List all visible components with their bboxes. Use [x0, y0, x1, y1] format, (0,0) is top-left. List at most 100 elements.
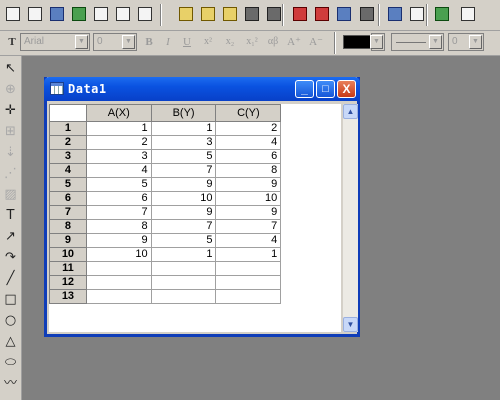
color-swatch[interactable] — [343, 35, 371, 49]
chevron-down-icon[interactable]: ▼ — [469, 35, 482, 49]
cell[interactable] — [215, 275, 282, 290]
draw-data-icon[interactable]: ⋰ — [2, 165, 19, 182]
cell[interactable]: 3 — [85, 149, 152, 164]
open-excel-button[interactable] — [220, 4, 240, 24]
cell[interactable]: 7 — [85, 205, 152, 220]
vertical-scrollbar[interactable]: ▲ ▼ — [343, 104, 358, 332]
cell[interactable] — [85, 275, 152, 290]
open-template-button[interactable] — [198, 4, 218, 24]
chevron-down-icon[interactable]: ▼ — [75, 35, 88, 49]
screen-reader-icon[interactable]: ⊞ — [2, 123, 19, 140]
column-header[interactable]: A(X) — [85, 104, 152, 122]
new-layout-button[interactable] — [91, 4, 111, 24]
refresh-button[interactable] — [385, 4, 405, 24]
cell[interactable]: 9 — [85, 233, 152, 248]
cell[interactable] — [150, 261, 217, 276]
row-header[interactable]: 2 — [49, 135, 87, 150]
new-matrix-button[interactable] — [47, 4, 67, 24]
row-header[interactable]: 7 — [49, 205, 87, 220]
save-template-button[interactable] — [264, 4, 284, 24]
new-worksheet-button[interactable] — [3, 4, 23, 24]
cell[interactable]: 5 — [150, 149, 217, 164]
print-button[interactable] — [357, 4, 377, 24]
cell[interactable]: 3 — [150, 135, 217, 150]
new-graph-button[interactable] — [25, 4, 45, 24]
row-header[interactable]: 5 — [49, 177, 87, 192]
pointer-icon[interactable]: ↖ — [2, 60, 19, 77]
font-name-combo[interactable]: Arial ▼ — [20, 33, 90, 51]
close-button[interactable]: X — [337, 80, 356, 98]
greek-button[interactable]: αβ — [264, 34, 282, 51]
chevron-down-icon[interactable]: ▼ — [122, 35, 135, 49]
underline-button[interactable]: U — [179, 34, 195, 51]
minimize-button[interactable]: _ — [295, 80, 314, 98]
mask-icon[interactable]: ▨ — [2, 186, 19, 203]
cell[interactable] — [215, 289, 282, 304]
cell[interactable]: 1 — [85, 121, 152, 136]
column-header[interactable]: C(Y) — [215, 104, 282, 122]
cell[interactable]: 1 — [215, 247, 282, 262]
region-icon[interactable]: ⬭ — [2, 354, 19, 371]
row-header[interactable]: 11 — [49, 261, 87, 276]
cell[interactable]: 10 — [85, 247, 152, 262]
increase-font-button[interactable]: A⁺ — [285, 34, 303, 51]
cell[interactable] — [85, 289, 152, 304]
scroll-down-button[interactable]: ▼ — [343, 317, 358, 332]
font-size-combo[interactable]: 0 ▼ — [93, 33, 137, 51]
cell[interactable]: 4 — [85, 163, 152, 178]
cell[interactable]: 2 — [215, 121, 282, 136]
cell[interactable]: 10 — [150, 191, 217, 206]
scroll-up-button[interactable]: ▲ — [343, 104, 358, 119]
cell[interactable] — [150, 275, 217, 290]
arrow-icon[interactable]: ↗ — [2, 228, 19, 245]
row-header[interactable]: 4 — [49, 163, 87, 178]
ellipse-icon[interactable]: ○ — [2, 312, 19, 329]
row-header[interactable]: 1 — [49, 121, 87, 136]
cell[interactable]: 1 — [150, 247, 217, 262]
row-header[interactable]: 9 — [49, 233, 87, 248]
cell[interactable]: 1 — [150, 121, 217, 136]
cell[interactable]: 7 — [150, 219, 217, 234]
row-header[interactable]: 8 — [49, 219, 87, 234]
new-notes-button[interactable] — [135, 4, 155, 24]
subscript-button[interactable]: x₂ — [221, 34, 239, 51]
maximize-button[interactable]: □ — [316, 80, 335, 98]
duplicate-button[interactable] — [407, 4, 427, 24]
cell[interactable]: 5 — [85, 177, 152, 192]
select-all-corner[interactable] — [49, 104, 87, 122]
cell[interactable]: 5 — [150, 233, 217, 248]
cell[interactable] — [85, 261, 152, 276]
import-excel-button[interactable] — [334, 4, 354, 24]
cell[interactable]: 9 — [215, 205, 282, 220]
save-button[interactable] — [242, 4, 262, 24]
data-selector-icon[interactable]: ⇣ — [2, 144, 19, 161]
cell[interactable]: 6 — [85, 191, 152, 206]
cell[interactable]: 8 — [215, 163, 282, 178]
window-titlebar[interactable]: Data1 _ □ X — [44, 77, 360, 101]
row-header[interactable]: 13 — [49, 289, 87, 304]
import-ascii-button[interactable] — [290, 4, 310, 24]
cell[interactable]: 8 — [85, 219, 152, 234]
results-log-button[interactable] — [458, 4, 478, 24]
cell[interactable]: 2 — [85, 135, 152, 150]
chevron-down-icon[interactable]: ▼ — [370, 35, 383, 49]
project-explorer-button[interactable] — [432, 4, 452, 24]
column-header[interactable]: B(Y) — [150, 104, 217, 122]
cell[interactable]: 6 — [215, 149, 282, 164]
open-button[interactable] — [176, 4, 196, 24]
worksheet-window[interactable]: Data1 _ □ X A(X) B(Y) C(Y) 1112223433564… — [44, 77, 360, 337]
data-reader-icon[interactable]: ✛ — [2, 102, 19, 119]
new-function-button[interactable] — [113, 4, 133, 24]
row-header[interactable]: 6 — [49, 191, 87, 206]
text-icon[interactable]: T — [2, 207, 19, 224]
italic-button[interactable]: I — [160, 34, 176, 51]
curved-arrow-icon[interactable]: ↷ — [2, 249, 19, 266]
rectangle-icon[interactable]: □ — [2, 291, 19, 308]
polygon-icon[interactable]: △ — [2, 333, 19, 350]
freehand-icon[interactable]: 〰 — [2, 375, 19, 392]
chevron-down-icon[interactable]: ▼ — [429, 35, 442, 49]
zoom-icon[interactable]: ⊕ — [2, 81, 19, 98]
color-combo[interactable]: ▼ — [370, 33, 385, 51]
row-header[interactable]: 10 — [49, 247, 87, 262]
bold-button[interactable]: B — [141, 34, 157, 51]
